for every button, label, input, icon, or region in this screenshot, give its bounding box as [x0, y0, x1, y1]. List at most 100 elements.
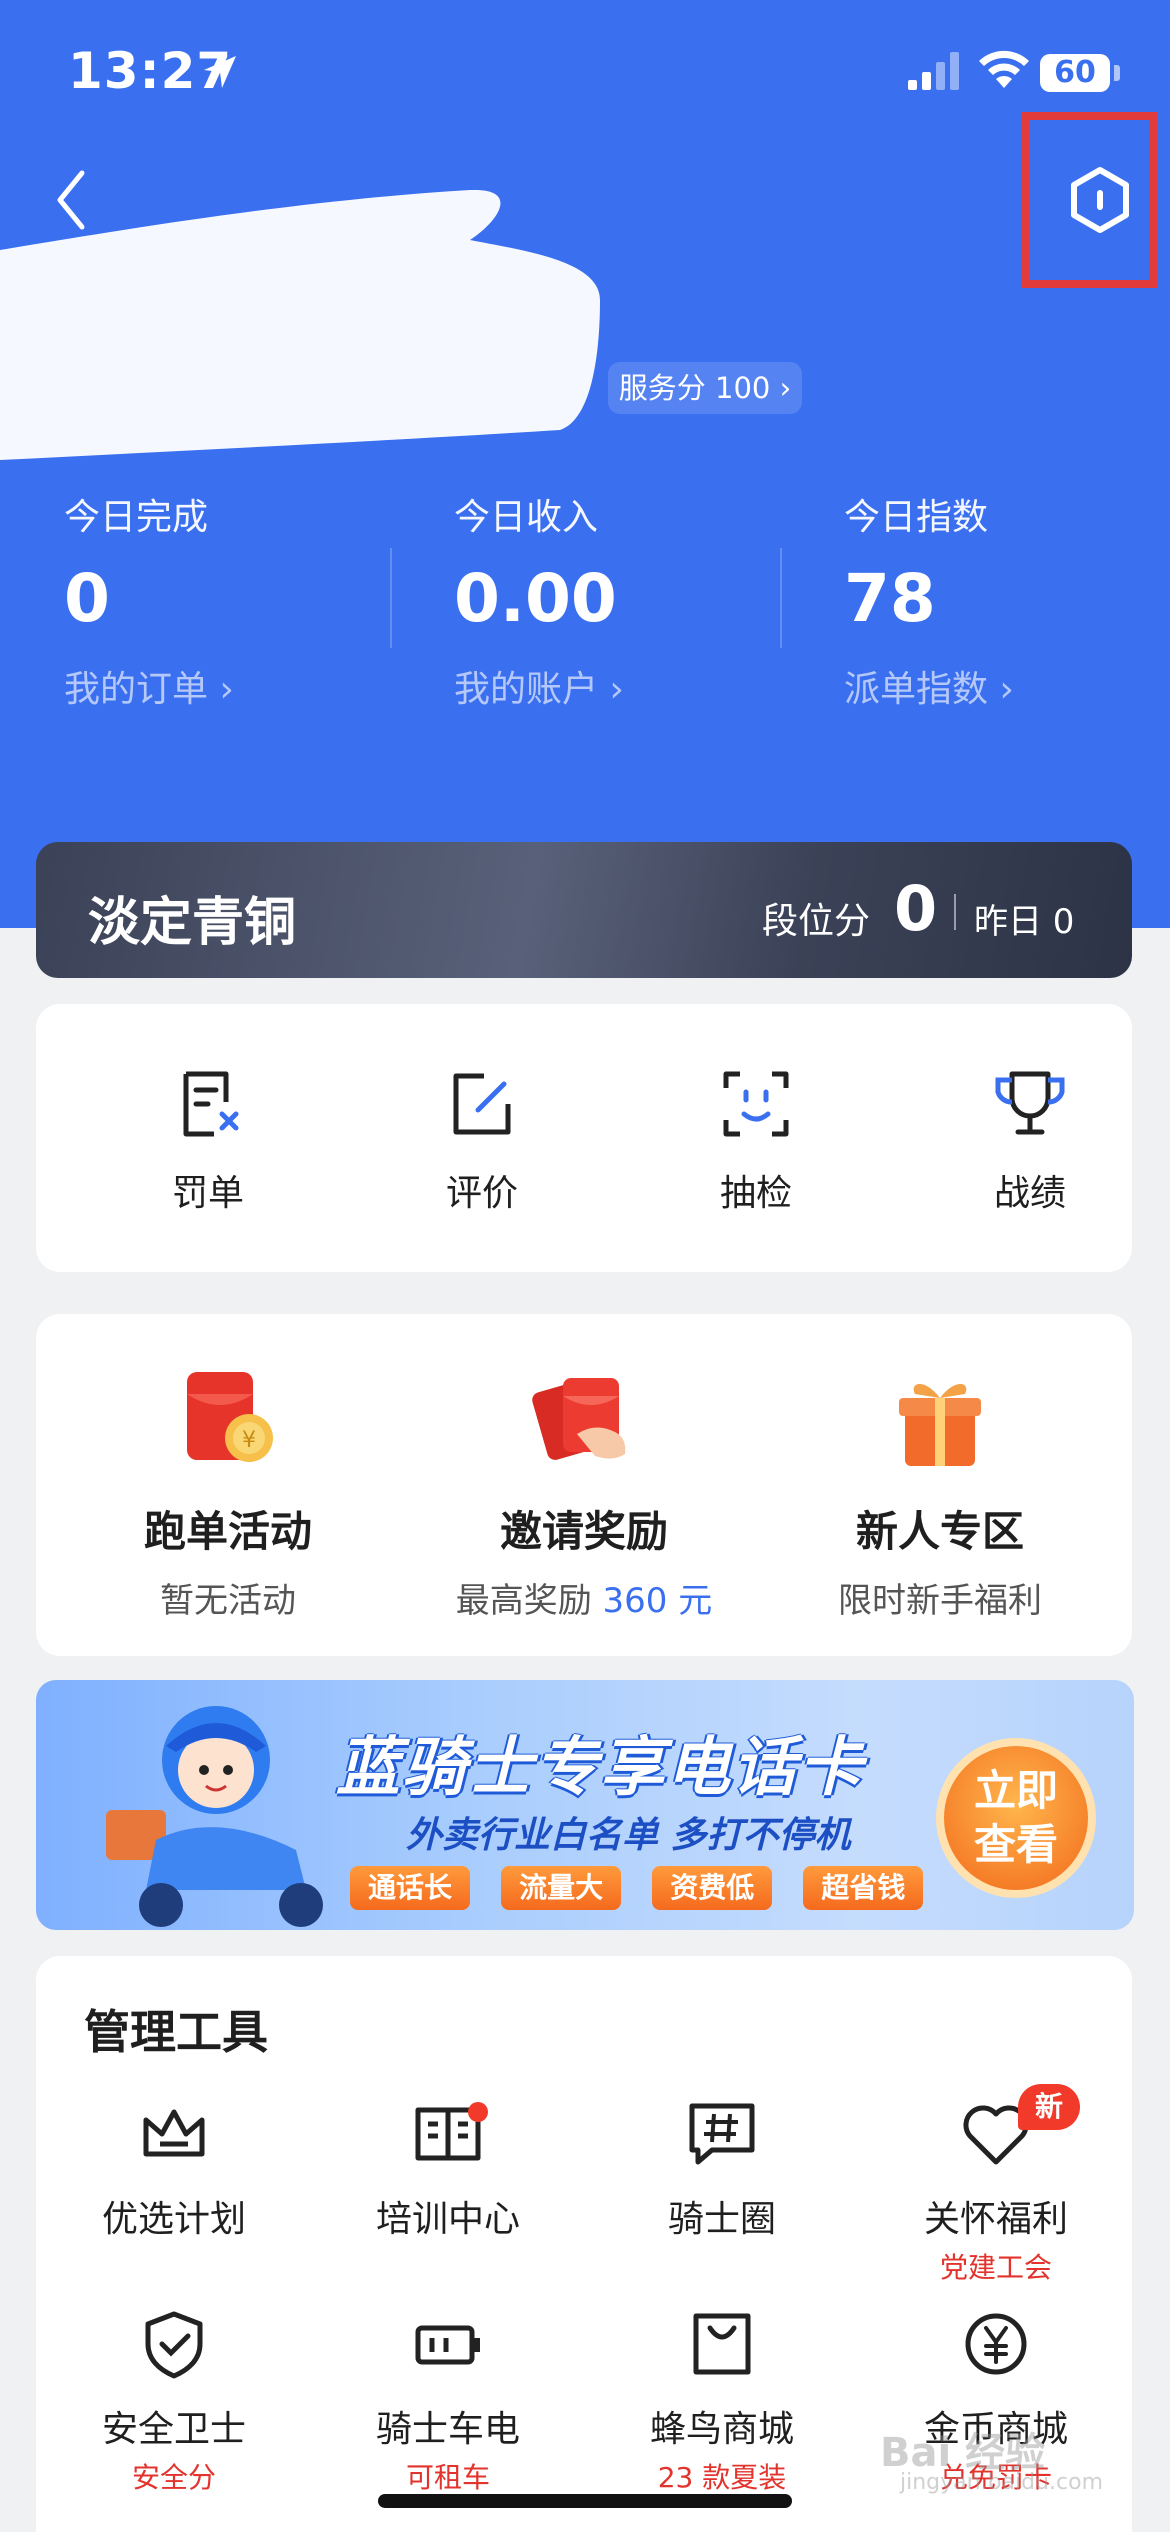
banner-tag: 资费低	[652, 1866, 773, 1910]
red-envelopes-hand-icon	[532, 1378, 626, 1460]
tool-label: 蜂鸟商城	[649, 2409, 794, 2450]
annotation-highlight-box	[1022, 112, 1158, 288]
watermark-url: jingyan.baidu.com	[900, 2470, 1104, 2495]
shield-icon	[145, 2311, 203, 2379]
my-orders-link[interactable]: 我的订单 ›	[64, 660, 234, 712]
quick-label: 评价	[445, 1173, 518, 1214]
wifi-icon	[979, 50, 1029, 88]
rank-score-label: 段位分	[762, 901, 871, 942]
tool-label: 培训中心	[375, 2199, 520, 2240]
tool-training-center[interactable]: 培训中心	[328, 2096, 568, 2296]
tool-safety-guard[interactable]: 安全卫士 安全分	[54, 2306, 294, 2506]
battery-cap	[1114, 65, 1120, 81]
tool-rider-circle[interactable]: 骑士圈	[602, 2096, 842, 2296]
battery-icon	[415, 2325, 480, 2365]
banner-tags: 通话长 流量大 资费低 超省钱	[350, 1866, 949, 1910]
notification-dot	[468, 2102, 488, 2122]
stat-today-income: 今日收入 0.00 我的账户 ›	[390, 480, 780, 720]
stat-today-index: 今日指数 78 派单指数 ›	[780, 480, 1170, 720]
service-score-link[interactable]: 服务分 100 ›	[608, 362, 802, 414]
battery-indicator: 60	[1040, 54, 1110, 92]
quick-label: 罚单	[171, 1173, 244, 1214]
red-envelope-icon: ¥	[187, 1372, 273, 1462]
dispatch-index-link[interactable]: 派单指数 ›	[844, 660, 1014, 712]
tool-label: 骑士圈	[667, 2199, 776, 2240]
stat-value: 0	[64, 560, 110, 637]
promo-sub-text: 最高奖励	[455, 1581, 603, 1621]
review-button[interactable]: 评价	[392, 1064, 572, 1234]
edit-square-icon	[453, 1073, 511, 1135]
banner-subtitle: 外卖行业白名单 多打不停机	[406, 1815, 851, 1856]
new-badge: 新	[1018, 2084, 1080, 2130]
my-orders-link-text: 我的订单	[64, 669, 209, 710]
stat-label: 今日完成	[64, 497, 209, 538]
promo-sub-text: 限时新手福利	[838, 1581, 1042, 1621]
tool-label: 安全卫士	[101, 2409, 246, 2450]
promo-sub-accent: 360 元	[602, 1581, 713, 1621]
shopping-bag-icon	[693, 2313, 751, 2375]
banner-title: 蓝骑士专享电话卡	[336, 1731, 864, 1805]
view-now-button[interactable]: 立即 查看	[936, 1738, 1096, 1898]
quick-label: 战绩	[993, 1173, 1066, 1214]
spot-check-button[interactable]: 抽检	[666, 1064, 846, 1234]
rank-separator	[954, 894, 956, 930]
rider-mascot-illustration	[106, 1706, 323, 1927]
rank-yesterday: 昨日 0	[974, 902, 1075, 942]
promo-title: 跑单活动	[143, 1507, 312, 1556]
rank-title: 淡定青铜	[88, 893, 297, 953]
tool-rider-ebike[interactable]: 骑士车电 可租车	[328, 2306, 568, 2506]
newbie-zone-button[interactable]: 新人专区 限时新手福利	[770, 1364, 1110, 1624]
tool-fengniao-mall[interactable]: 蜂鸟商城 23 款夏装	[602, 2306, 842, 2506]
stat-label: 今日收入	[454, 497, 599, 538]
hashtag-chat-icon	[689, 2103, 755, 2165]
invite-reward-button[interactable]: 邀请奖励 最高奖励 360 元	[414, 1364, 754, 1624]
tools-title: 管理工具	[84, 2005, 268, 2059]
cta-line-2: 查看	[973, 1820, 1058, 1869]
dispatch-index-link-text: 派单指数	[844, 669, 989, 710]
promotions-card: ¥ 跑单活动 暂无活动 邀请奖励 最高奖励 360 元 新人专区 限时新手福利	[36, 1314, 1132, 1656]
my-account-link[interactable]: 我的账户 ›	[454, 660, 624, 712]
quick-actions-card: 罚单 评价 抽检 战绩	[36, 1004, 1132, 1272]
gift-box-icon	[899, 1384, 981, 1466]
rank-card[interactable]: 淡定青铜 段位分 0 昨日 0	[36, 842, 1132, 978]
promo-sub: 限时新手福利	[770, 1573, 1110, 1622]
promo-sub-text: 暂无活动	[160, 1581, 296, 1621]
stat-value: 0.00	[454, 560, 617, 637]
home-indicator[interactable]	[378, 2494, 792, 2508]
trophy-icon	[995, 1071, 1065, 1135]
quick-label: 抽检	[719, 1173, 792, 1214]
promo-sub: 暂无活动	[58, 1573, 398, 1622]
rank-score: 0	[894, 872, 938, 945]
ticket-x-icon	[183, 1071, 239, 1137]
location-arrow-icon	[204, 56, 236, 88]
cta-line-1: 立即	[973, 1766, 1058, 1815]
penalty-button[interactable]: 罚单	[118, 1064, 298, 1234]
tool-sub: 安全分	[131, 2461, 216, 2494]
my-account-link-text: 我的账户	[454, 669, 599, 710]
tool-sub: 23 款夏装	[657, 2461, 787, 2494]
service-score-text: 服务分 100	[618, 371, 771, 405]
stat-label: 今日指数	[844, 497, 989, 538]
promo-sub: 最高奖励 360 元	[414, 1573, 754, 1622]
banner-tag: 通话长	[350, 1866, 471, 1910]
face-scan-icon	[723, 1071, 789, 1137]
tool-sub: 党建工会	[939, 2251, 1052, 2284]
cellular-signal-icon	[908, 52, 959, 90]
stat-value: 78	[844, 560, 936, 637]
banner-tag: 超省钱	[803, 1866, 924, 1910]
promo-title: 新人专区	[855, 1507, 1024, 1556]
phone-card-banner[interactable]: 蓝骑士专享电话卡 外卖行业白名单 多打不停机 通话长 流量大 资费低 超省钱 立…	[36, 1680, 1134, 1930]
status-bar: 13:27 60	[0, 0, 1170, 150]
promo-title: 邀请奖励	[499, 1507, 668, 1556]
stat-today-completed: 今日完成 0 我的订单 ›	[0, 480, 390, 720]
tool-preferred-plan[interactable]: 优选计划	[54, 2096, 294, 2296]
yuan-coin-icon	[965, 2313, 1027, 2375]
record-button[interactable]: 战绩	[940, 1064, 1120, 1234]
running-activity-button[interactable]: ¥ 跑单活动 暂无活动	[58, 1364, 398, 1624]
svg-text:¥: ¥	[242, 1428, 256, 1453]
redacted-name-smudge	[0, 190, 600, 460]
tool-care-welfare[interactable]: 新 关怀福利 党建工会	[876, 2084, 1116, 2296]
banner-tag: 流量大	[501, 1866, 622, 1910]
tool-label: 优选计划	[101, 2199, 246, 2240]
tool-sub: 可租车	[405, 2461, 490, 2494]
